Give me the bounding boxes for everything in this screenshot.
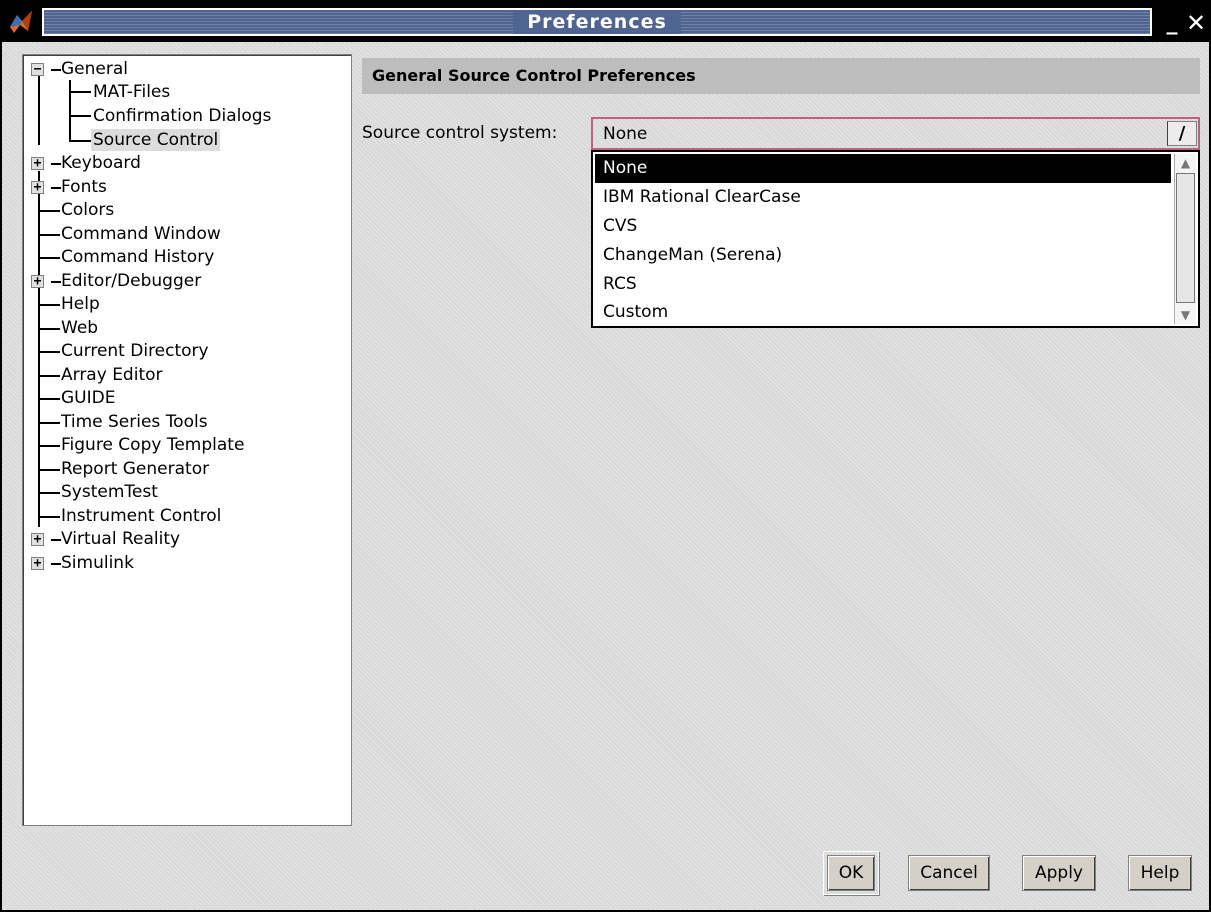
tree-item-guide[interactable]: GUIDE <box>61 387 115 409</box>
source-control-options[interactable]: None IBM Rational ClearCase CVS ChangeMa… <box>591 150 1200 328</box>
tree-item-figure-copy-template[interactable]: Figure Copy Template <box>61 434 244 456</box>
tree-connector <box>38 304 60 306</box>
apply-button[interactable]: Apply <box>1022 855 1096 891</box>
tree-connector <box>38 445 60 447</box>
tree-connector <box>38 328 60 330</box>
tree-connector <box>38 257 60 259</box>
tree-trunk-line <box>38 71 40 145</box>
tree-connector <box>38 210 60 212</box>
tree-item-systemtest[interactable]: SystemTest <box>61 481 158 503</box>
collapse-general-toggle[interactable]: − <box>31 63 44 76</box>
tree-connector <box>69 115 91 117</box>
tree-item-keyboard[interactable]: Keyboard <box>61 152 141 174</box>
scroll-up-icon[interactable]: ▲ <box>1176 154 1195 172</box>
tree-connector <box>38 351 60 353</box>
tree-item-editor-debugger[interactable]: Editor/Debugger <box>61 270 201 292</box>
source-control-select[interactable]: None / <box>591 117 1200 150</box>
tree-connector <box>51 281 61 283</box>
cancel-button[interactable]: Cancel <box>908 855 990 891</box>
tree-item-simulink[interactable]: Simulink <box>61 552 134 574</box>
tree-item-instrument-control[interactable]: Instrument Control <box>61 505 221 527</box>
tree-item-report-generator[interactable]: Report Generator <box>61 458 209 480</box>
preferences-tree[interactable]: − + + + + + General MAT-Files Confirmati… <box>22 54 352 826</box>
tree-item-array-editor[interactable]: Array Editor <box>61 364 163 386</box>
tree-item-current-directory[interactable]: Current Directory <box>61 340 209 362</box>
tree-item-virtual-reality[interactable]: Virtual Reality <box>61 528 180 550</box>
ok-button[interactable]: OK <box>827 855 875 891</box>
tree-item-command-window[interactable]: Command Window <box>61 223 221 245</box>
tree-connector <box>51 187 61 189</box>
title-bar[interactable]: Preferences _ ✕ <box>2 2 1209 42</box>
close-button[interactable]: ✕ <box>1184 9 1208 37</box>
expand-simulink-toggle[interactable]: + <box>31 557 44 570</box>
tree-branch-line <box>69 80 71 142</box>
window-title: Preferences <box>513 10 681 34</box>
dropdown-scrollbar[interactable]: ▲ ▼ <box>1174 154 1196 324</box>
tree-item-web[interactable]: Web <box>61 317 98 339</box>
section-title: General Source Control Preferences <box>362 58 1200 94</box>
source-control-value: None <box>603 124 648 144</box>
option-changeman-serena[interactable]: ChangeMan (Serena) <box>595 241 1171 270</box>
tree-item-help[interactable]: Help <box>61 293 100 315</box>
tree-connector <box>38 469 60 471</box>
expand-fonts-toggle[interactable]: + <box>31 181 44 194</box>
tree-connector <box>51 163 61 165</box>
tree-item-general[interactable]: General <box>61 58 128 80</box>
tree-connector <box>38 234 60 236</box>
tree-connector <box>69 91 91 93</box>
tree-connector <box>38 516 60 518</box>
tree-item-command-history[interactable]: Command History <box>61 246 214 268</box>
tree-item-fonts[interactable]: Fonts <box>61 176 107 198</box>
expand-editor-debugger-toggle[interactable]: + <box>31 275 44 288</box>
tree-item-mat-files[interactable]: MAT-Files <box>93 81 170 103</box>
help-button[interactable]: Help <box>1128 855 1192 891</box>
tree-item-confirmation-dialogs[interactable]: Confirmation Dialogs <box>93 105 271 127</box>
option-custom[interactable]: Custom <box>595 298 1171 327</box>
option-rcs[interactable]: RCS <box>595 270 1171 299</box>
title-strip: Preferences <box>42 8 1152 36</box>
tree-connector <box>51 563 61 565</box>
tree-connector <box>51 69 61 71</box>
option-ibm-rational-clearcase[interactable]: IBM Rational ClearCase <box>595 183 1171 212</box>
tree-item-source-control[interactable]: Source Control <box>91 129 221 151</box>
tree-connector <box>38 398 60 400</box>
preferences-window: Preferences _ ✕ − + + + + + General MAT-… <box>0 0 1211 912</box>
tree-item-time-series-tools[interactable]: Time Series Tools <box>61 411 208 433</box>
source-control-label: Source control system: <box>362 123 558 143</box>
dropdown-arrow-icon[interactable]: / <box>1167 121 1197 146</box>
option-none[interactable]: None <box>595 154 1171 183</box>
matlab-logo-icon[interactable] <box>8 9 34 35</box>
tree-connector <box>51 539 61 541</box>
tree-connector <box>38 422 60 424</box>
scrollbar-thumb[interactable] <box>1176 173 1195 303</box>
tree-connector <box>38 375 60 377</box>
tree-connector <box>38 492 60 494</box>
tree-trunk-line <box>38 171 40 527</box>
tree-item-colors[interactable]: Colors <box>61 199 114 221</box>
minimize-button[interactable]: _ <box>1162 9 1182 37</box>
option-cvs[interactable]: CVS <box>595 212 1171 241</box>
expand-keyboard-toggle[interactable]: + <box>31 157 44 170</box>
expand-virtual-reality-toggle[interactable]: + <box>31 533 44 546</box>
scroll-down-icon[interactable]: ▼ <box>1176 306 1195 324</box>
tree-connector <box>69 140 91 142</box>
